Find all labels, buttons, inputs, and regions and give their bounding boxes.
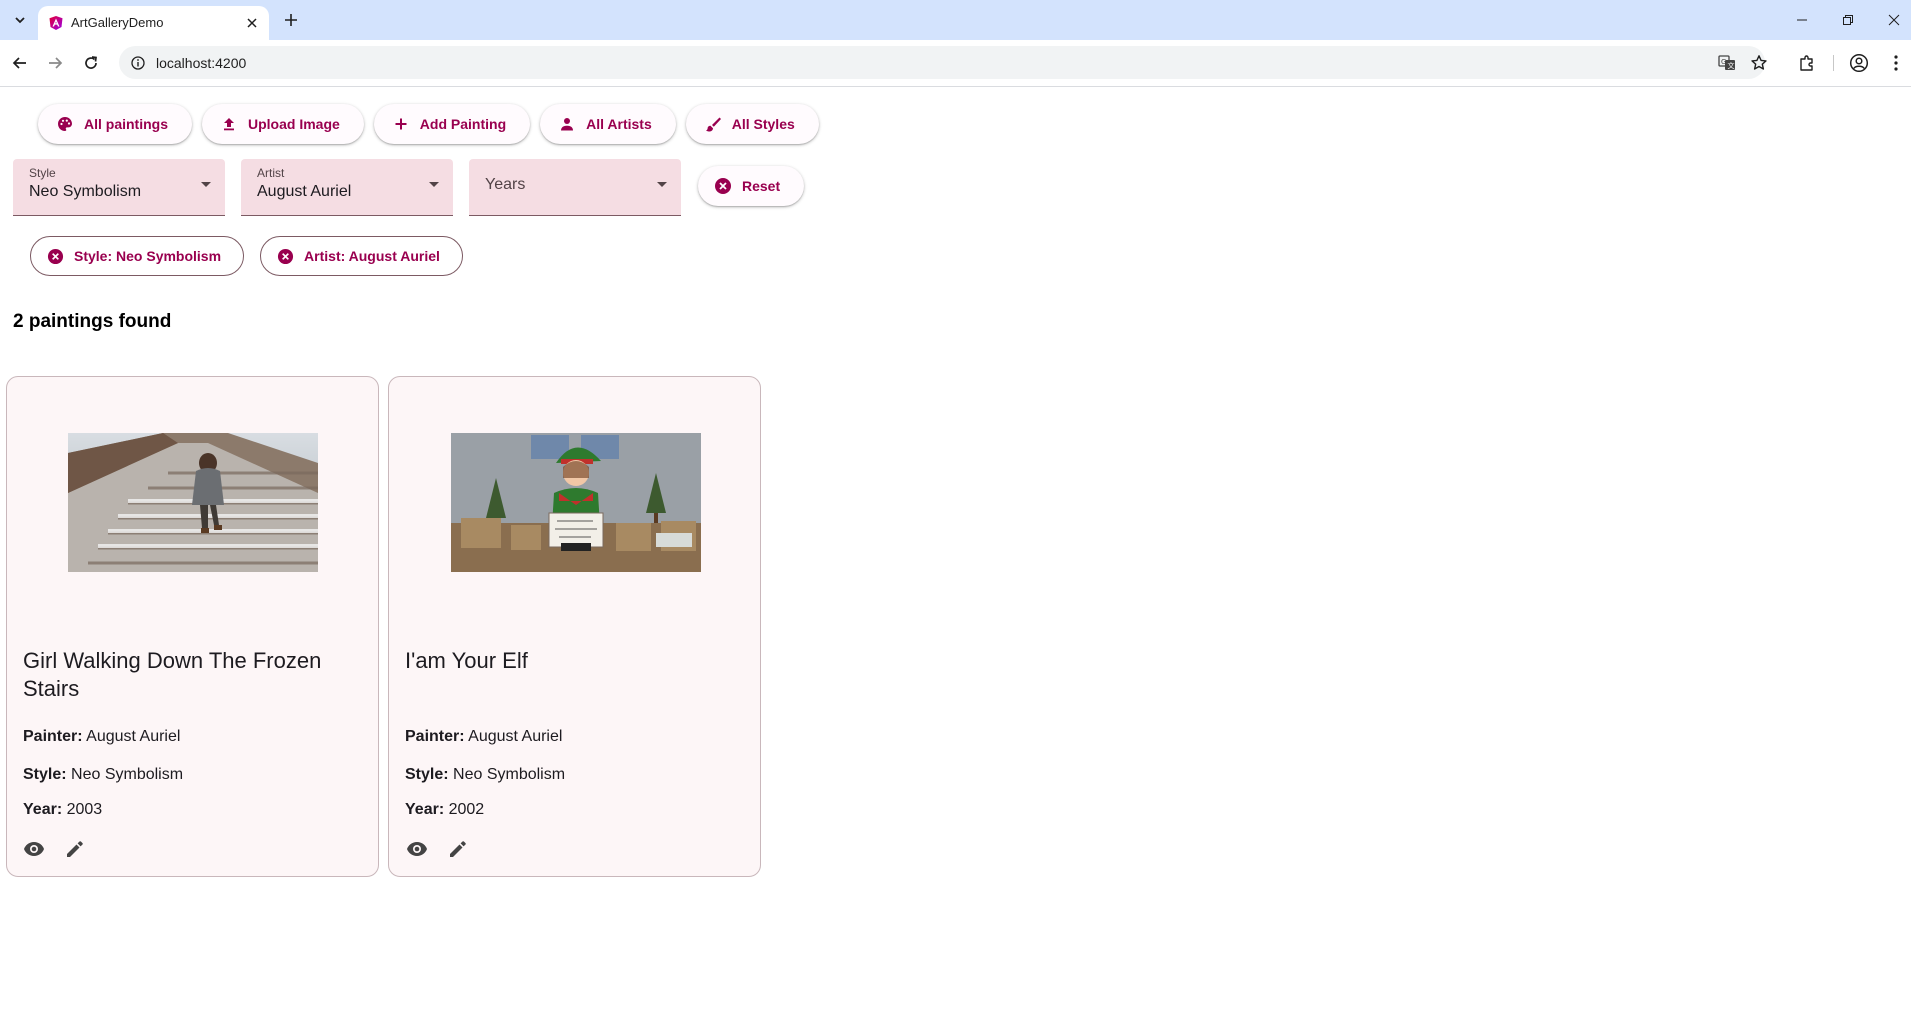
person-icon bbox=[558, 115, 576, 133]
all-artists-button[interactable]: All Artists bbox=[540, 104, 676, 144]
painter-value: August Auriel bbox=[86, 728, 181, 745]
style-label: Style: bbox=[405, 766, 449, 783]
browser-toolbar: localhost:4200 文G bbox=[0, 40, 1911, 87]
add-icon bbox=[392, 115, 410, 133]
view-eye-icon[interactable] bbox=[405, 837, 429, 861]
painter-value: August Auriel bbox=[468, 728, 563, 745]
all-paintings-button[interactable]: All paintings bbox=[38, 104, 192, 144]
cancel-icon bbox=[714, 177, 732, 195]
style-select[interactable]: Style Neo Symbolism bbox=[13, 159, 225, 216]
dropdown-arrow-icon bbox=[429, 182, 439, 187]
site-info-icon[interactable] bbox=[129, 54, 147, 72]
painting-title: I'am Your Elf bbox=[405, 648, 528, 673]
more-menu-icon[interactable] bbox=[1884, 51, 1908, 75]
artist-filter-chip[interactable]: Artist: August Auriel bbox=[260, 236, 463, 276]
year-value: 2002 bbox=[448, 801, 485, 818]
tab-search-dropdown-icon[interactable] bbox=[8, 8, 32, 32]
reset-button[interactable]: Reset bbox=[698, 166, 805, 206]
style-filter-chip-label: Style: Neo Symbolism bbox=[74, 248, 222, 264]
artist-filter-chip-label: Artist: August Auriel bbox=[304, 248, 440, 264]
all-paintings-label: All paintings bbox=[84, 116, 168, 132]
painting-thumbnail[interactable] bbox=[451, 433, 701, 572]
remove-chip-icon[interactable] bbox=[47, 248, 64, 265]
year-label: Year: bbox=[405, 801, 445, 818]
remove-chip-icon[interactable] bbox=[277, 248, 294, 265]
address-bar[interactable]: localhost:4200 文G bbox=[119, 46, 1767, 79]
style-value: Neo Symbolism bbox=[453, 766, 566, 783]
active-filter-chips: Style: Neo Symbolism Artist: August Auri… bbox=[30, 236, 463, 276]
painting-painter: Painter: August Auriel bbox=[405, 728, 562, 746]
browser-tab-strip: ArtGalleryDemo bbox=[0, 0, 1911, 40]
year-value: 2003 bbox=[66, 801, 103, 818]
results-count: 2 paintings found bbox=[13, 311, 172, 332]
style-select-value: Neo Symbolism bbox=[29, 183, 142, 200]
view-eye-icon[interactable] bbox=[22, 837, 46, 861]
style-select-label: Style bbox=[29, 166, 56, 180]
painting-painter: Painter: August Auriel bbox=[23, 728, 180, 746]
style-value: Neo Symbolism bbox=[71, 766, 184, 783]
edit-pencil-icon[interactable] bbox=[63, 837, 87, 861]
extensions-icon[interactable] bbox=[1795, 51, 1819, 75]
angular-favicon-icon bbox=[48, 15, 64, 31]
painting-year: Year: 2003 bbox=[23, 801, 102, 819]
painter-label: Painter: bbox=[23, 728, 83, 745]
painting-year: Year: 2002 bbox=[405, 801, 484, 819]
years-select[interactable]: Years bbox=[469, 159, 681, 216]
painting-thumbnail[interactable] bbox=[68, 433, 318, 572]
back-arrow-icon[interactable] bbox=[8, 51, 32, 75]
close-tab-icon[interactable] bbox=[244, 15, 260, 31]
edit-pencil-icon[interactable] bbox=[446, 837, 470, 861]
restore-icon[interactable] bbox=[1834, 8, 1862, 32]
year-label: Year: bbox=[23, 801, 63, 818]
translate-icon[interactable]: 文G bbox=[1717, 53, 1737, 73]
all-artists-label: All Artists bbox=[586, 116, 652, 132]
brush-icon bbox=[704, 115, 722, 133]
all-styles-button[interactable]: All Styles bbox=[685, 104, 819, 144]
all-styles-label: All Styles bbox=[731, 116, 795, 132]
close-window-icon[interactable] bbox=[1880, 8, 1908, 32]
artist-select-value: August Auriel bbox=[257, 183, 352, 200]
style-filter-chip[interactable]: Style: Neo Symbolism bbox=[30, 236, 245, 276]
new-tab-icon[interactable] bbox=[281, 10, 301, 30]
bookmark-star-icon[interactable] bbox=[1749, 53, 1769, 73]
reload-icon[interactable] bbox=[79, 51, 103, 75]
palette-icon bbox=[56, 115, 74, 133]
profile-icon[interactable] bbox=[1847, 51, 1871, 75]
painting-style: Style: Neo Symbolism bbox=[405, 766, 565, 784]
painting-card: I'am Your Elf Painter: August Auriel Sty… bbox=[388, 376, 761, 877]
toolbar-divider bbox=[1833, 55, 1834, 71]
minimize-icon[interactable] bbox=[1788, 8, 1816, 32]
add-painting-button[interactable]: Add Painting bbox=[373, 104, 531, 144]
url-text: localhost:4200 bbox=[156, 55, 247, 71]
artist-select-label: Artist bbox=[257, 166, 285, 180]
painting-style: Style: Neo Symbolism bbox=[23, 766, 183, 784]
style-label: Style: bbox=[23, 766, 67, 783]
upload-image-label: Upload Image bbox=[248, 116, 340, 132]
artist-select[interactable]: Artist August Auriel bbox=[241, 159, 453, 216]
forward-arrow-icon[interactable] bbox=[43, 51, 67, 75]
painting-title: Girl Walking Down The Frozen Stairs bbox=[23, 648, 322, 701]
dropdown-arrow-icon bbox=[201, 182, 211, 187]
add-painting-label: Add Painting bbox=[419, 116, 507, 132]
reset-label: Reset bbox=[742, 178, 781, 194]
tab-title: ArtGalleryDemo bbox=[71, 15, 164, 30]
years-select-placeholder: Years bbox=[485, 176, 526, 193]
browser-tab[interactable]: ArtGalleryDemo bbox=[38, 6, 269, 40]
dropdown-arrow-icon bbox=[657, 182, 667, 187]
upload-image-button[interactable]: Upload Image bbox=[202, 104, 364, 144]
painting-card: Girl Walking Down The Frozen Stairs Pain… bbox=[6, 376, 379, 877]
upload-icon bbox=[220, 115, 238, 133]
top-navigation: All paintings Upload Image Add Painting … bbox=[38, 104, 819, 144]
painter-label: Painter: bbox=[405, 728, 465, 745]
app-root: All paintings Upload Image Add Painting … bbox=[0, 87, 1911, 1031]
svg-text:文: 文 bbox=[1728, 61, 1735, 70]
svg-text:G: G bbox=[1721, 58, 1726, 66]
